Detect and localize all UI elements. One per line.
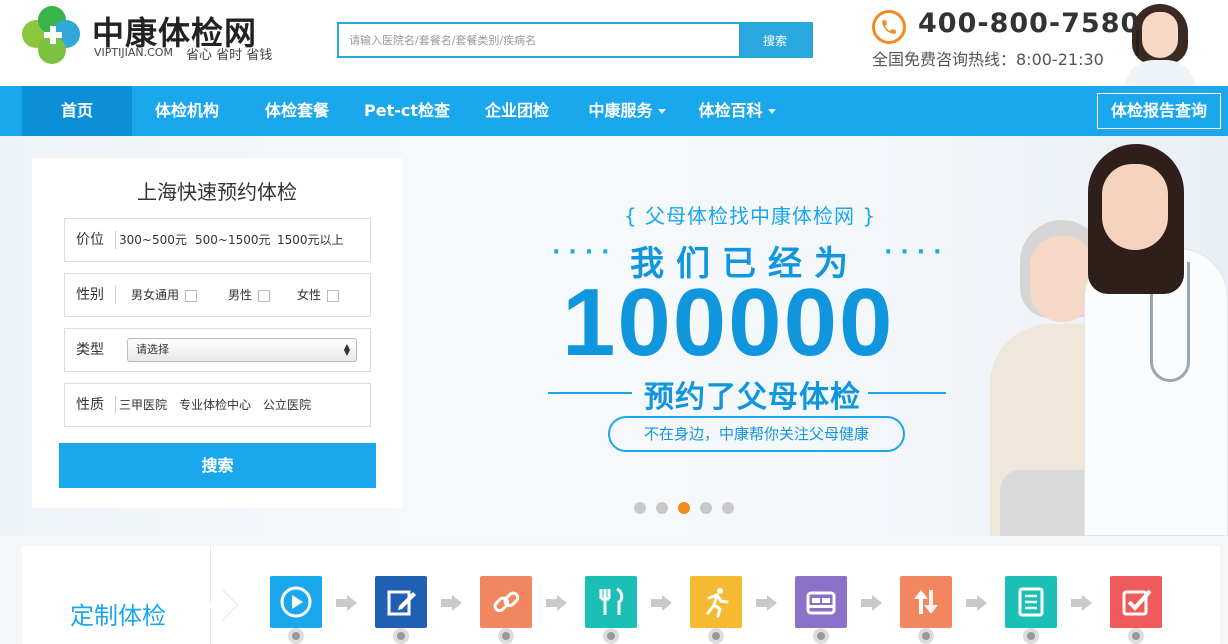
search-input[interactable] — [339, 24, 739, 56]
document-icon[interactable] — [1005, 576, 1057, 628]
checkbox[interactable] — [185, 289, 198, 302]
section-title: 定制体检 — [70, 602, 166, 630]
divider-line — [548, 392, 632, 394]
gender-option-male[interactable]: 男性 — [228, 274, 271, 316]
nav-item-institutions[interactable]: 体检机构 — [132, 86, 242, 136]
running-icon[interactable] — [690, 576, 742, 628]
pager-dot-active[interactable] — [678, 502, 690, 514]
gender-option-unisex[interactable]: 男女通用 — [131, 274, 198, 316]
slogan: 省心 省时 省钱 — [186, 48, 273, 63]
pager-dot[interactable] — [700, 502, 712, 514]
main-nav: 首页 体检机构 体检套餐 Pet-ct检查 企业团检 中康服务 体检百科 体检报… — [0, 86, 1228, 136]
header: 中康体检网 VIPTIJIAN.COM 省心 省时 省钱 搜索 400-800-… — [0, 0, 1228, 86]
hotline-number: 400-800-7580 — [918, 8, 1141, 39]
banner-pill: 不在身边，中康帮你关注父母健康 — [608, 416, 905, 452]
nav-item-packages[interactable]: 体检套餐 — [242, 86, 352, 136]
type-filter: 类型 请选择 ▲ ▼ — [64, 328, 371, 372]
gender-label: 性别 — [76, 287, 104, 303]
price-option[interactable]: 500~1500元 — [195, 219, 271, 261]
booking-search-button[interactable]: 搜索 — [59, 443, 376, 488]
nav-item-home[interactable]: 首页 — [22, 86, 132, 136]
pager-dot[interactable] — [722, 502, 734, 514]
booking-title: 上海快速预约体检 — [137, 180, 297, 204]
checkbox[interactable] — [327, 289, 340, 302]
bed-icon[interactable] — [795, 576, 847, 628]
banner-tagline: { 父母体检找中康体检网 } — [623, 204, 877, 228]
checkbox[interactable] — [258, 289, 271, 302]
hero-banner[interactable]: 上海快速预约体检 价位 300~500元 500~1500元 1500元以上 性… — [0, 136, 1228, 536]
phone-icon — [872, 10, 906, 44]
booking-panel: 上海快速预约体检 价位 300~500元 500~1500元 1500元以上 性… — [32, 158, 402, 508]
type-label: 类型 — [76, 342, 104, 358]
search-button[interactable]: 搜索 — [739, 24, 811, 56]
banner-subheadline: 预约了父母体检 — [644, 380, 861, 415]
nature-filter: 性质 三甲医院 专业体检中心 公立医院 — [64, 383, 371, 427]
nav-item-encyclopedia[interactable]: 体检百科 — [682, 86, 792, 136]
pager-dot[interactable] — [656, 502, 668, 514]
chevron-down-icon — [767, 109, 776, 114]
search-bar: 搜索 — [337, 22, 813, 58]
gender-filter: 性别 男女通用 男性 女性 — [64, 273, 371, 317]
site-domain: VIPTIJIAN.COM — [94, 46, 173, 59]
pager-dot[interactable] — [634, 502, 646, 514]
dining-icon[interactable] — [585, 576, 637, 628]
gender-option-female[interactable]: 女性 — [297, 274, 340, 316]
price-label: 价位 — [76, 232, 104, 248]
nature-option[interactable]: 专业体检中心 — [179, 384, 251, 426]
custom-checkup-section: 定制体检 — [22, 546, 1220, 644]
logo-icon[interactable] — [22, 6, 82, 66]
banner-number: 100000 — [562, 269, 895, 376]
nav-item-corporate[interactable]: 企业团检 — [462, 86, 572, 136]
type-select[interactable]: 请选择 ▲ ▼ — [127, 338, 357, 362]
sort-icon[interactable] — [900, 576, 952, 628]
nav-item-services[interactable]: 中康服务 — [572, 86, 682, 136]
divider-line — [868, 392, 946, 394]
nature-label: 性质 — [76, 397, 104, 413]
nature-option[interactable]: 公立医院 — [263, 384, 311, 426]
link-icon[interactable] — [480, 576, 532, 628]
price-option[interactable]: 300~500元 — [119, 219, 187, 261]
report-query-button[interactable]: 体检报告查询 — [1097, 93, 1221, 129]
decor-dots: ···· — [884, 240, 950, 265]
nav-item-petct[interactable]: Pet-ct检查 — [352, 86, 462, 136]
updown-arrow-icon: ▲ ▼ — [343, 342, 350, 357]
decor-dots: ···· — [552, 240, 618, 265]
hotline-hours: 全国免费咨询热线：8:00-21:30 — [872, 50, 1104, 69]
chevron-down-icon — [657, 109, 666, 114]
doctor-image — [1080, 144, 1228, 536]
price-filter: 价位 300~500元 500~1500元 1500元以上 — [64, 218, 371, 262]
play-icon[interactable] — [270, 576, 322, 628]
edit-icon[interactable] — [375, 576, 427, 628]
price-option[interactable]: 1500元以上 — [277, 219, 344, 261]
service-agent-image — [1122, 0, 1198, 86]
checkbox-icon[interactable] — [1110, 576, 1162, 628]
nature-option[interactable]: 三甲医院 — [119, 384, 167, 426]
